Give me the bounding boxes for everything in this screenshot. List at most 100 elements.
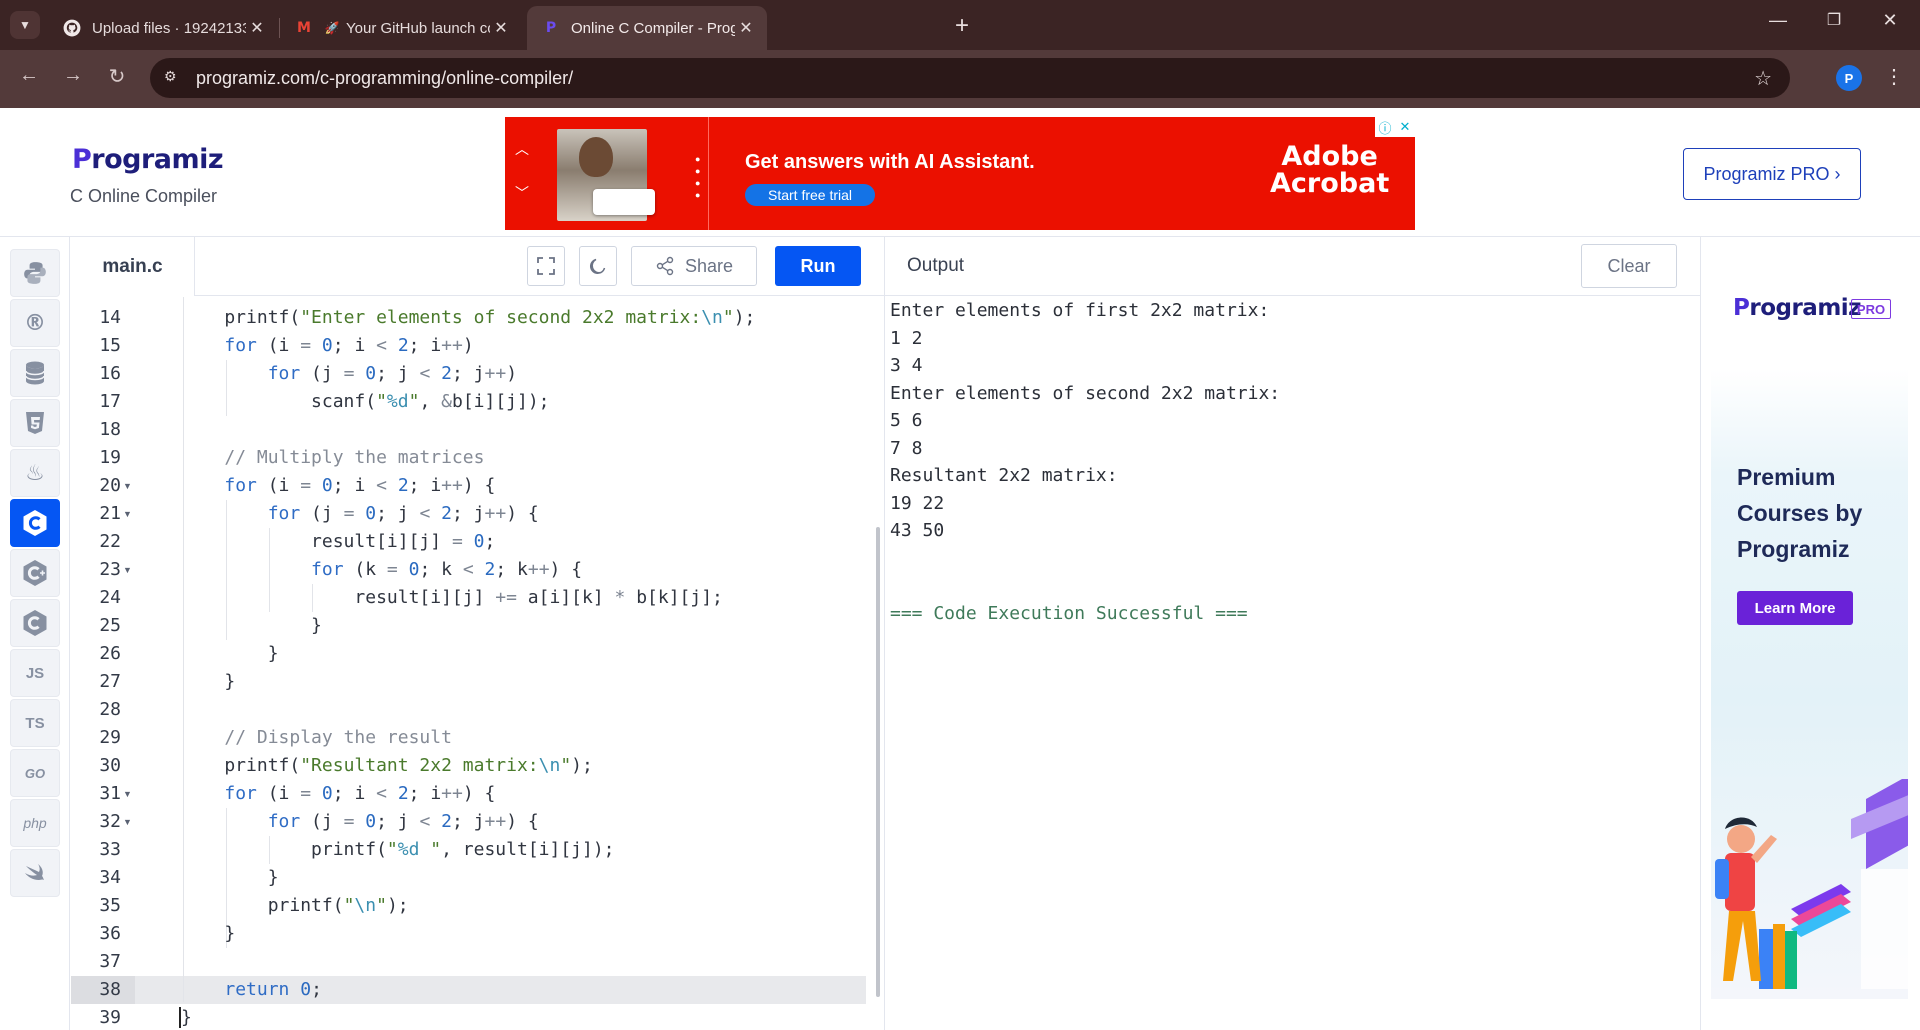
ad-dots: ● ● ● ● (695, 154, 701, 200)
ad-headline: Get answers with AI Assistant. (745, 151, 1035, 173)
code-line: for (i = 0; i < 2; i++) { (224, 783, 496, 804)
java-icon[interactable]: ♨ (10, 449, 60, 497)
run-button[interactable]: Run (775, 246, 861, 286)
file-tab-main[interactable]: main.c (71, 237, 195, 296)
site-settings-icon[interactable]: ⚙ (164, 68, 177, 85)
back-icon[interactable]: ← (14, 64, 44, 87)
ad-choices-badge[interactable]: ⓘ ✕ (1375, 117, 1415, 137)
code-line: } (181, 615, 322, 636)
fold-arrow-icon[interactable]: ▼ (123, 780, 132, 808)
sql-icon[interactable] (10, 349, 60, 397)
close-icon[interactable]: ✕ (246, 18, 268, 38)
learn-more-button[interactable]: Learn More (1737, 591, 1853, 625)
typescript-icon[interactable]: TS (10, 699, 60, 747)
info-icon[interactable]: ⓘ (1375, 117, 1395, 137)
bookmark-star-icon[interactable]: ☆ (1754, 66, 1772, 91)
url-field[interactable]: ⚙ programiz.com/c-programming/online-com… (150, 58, 1790, 98)
fullscreen-icon[interactable] (527, 246, 565, 286)
chevron-up-icon[interactable]: ︿ (515, 139, 529, 159)
php-icon[interactable]: php (10, 799, 60, 847)
line-number: 31 (99, 783, 121, 804)
output-console[interactable]: Enter elements of first 2x2 matrix: 1 2 … (885, 297, 1700, 1030)
ad-photo (557, 129, 655, 221)
output-toolbar: Output Clear (885, 237, 1700, 296)
url-text: programiz.com/c-programming/online-compi… (196, 68, 574, 88)
output-title: Output (907, 255, 965, 276)
clear-button[interactable]: Clear (1581, 244, 1677, 288)
code-line: printf("Resultant 2x2 matrix:\n"); (181, 755, 593, 776)
r-icon[interactable]: ® (10, 299, 60, 347)
window-close-icon[interactable]: ✕ (1870, 10, 1910, 31)
tab-title: Online C Compiler - Programiz (571, 19, 735, 37)
code-editor[interactable]: 14 15 16 17 18 19 20 21 22 23 24 25 26 2… (71, 297, 884, 1030)
ad-cta-button[interactable]: Start free trial (745, 184, 875, 206)
close-icon[interactable]: ✕ (1395, 117, 1415, 137)
editor-toolbar: main.c Share Run (71, 237, 884, 296)
tab-search-button[interactable]: ▼ (10, 11, 40, 39)
line-number: 39 (99, 1007, 121, 1028)
code-line: printf("%d ", result[i][j]); (181, 839, 615, 860)
share-button[interactable]: Share (631, 246, 757, 286)
side-ad[interactable]: Programiz PRO Premium Courses by Program… (1711, 249, 1908, 999)
tab-title: Upload files · 192421333/data-s (92, 19, 246, 37)
fold-arrow-icon[interactable]: ▼ (123, 500, 132, 528)
fold-arrow-icon[interactable]: ▼ (123, 472, 132, 500)
code-line: } (181, 923, 236, 944)
code-line: for (k = 0; k < 2; k++) { (311, 559, 583, 580)
code-line: } (181, 867, 279, 888)
reload-icon[interactable]: ↻ (102, 64, 132, 89)
code-line: for (j = 0; j < 2; j++) { (267, 503, 539, 524)
swift-icon[interactable] (10, 849, 60, 897)
dark-mode-icon[interactable] (579, 246, 617, 286)
code-line: for (j = 0; j < 2; j++) { (267, 811, 539, 832)
browser-menu-icon[interactable]: ⋮ (1884, 64, 1904, 89)
restore-icon[interactable]: ❐ (1814, 10, 1854, 30)
new-tab-button[interactable]: + (948, 12, 976, 40)
profile-avatar[interactable]: P (1836, 65, 1862, 91)
tab-gmail[interactable]: M 🚀 Your GitHub launch code - ✕ (280, 6, 522, 50)
programiz-logo[interactable]: Programiz (72, 144, 224, 175)
html5-icon[interactable] (10, 399, 60, 447)
python-icon[interactable] (10, 249, 60, 297)
code-line: } (179, 1007, 192, 1028)
output-line: Resultant 2x2 matrix: (890, 465, 1118, 486)
line-number: 24 (99, 587, 121, 608)
chevron-down-icon[interactable]: ﹀ (515, 183, 529, 203)
go-icon[interactable]: GO (10, 749, 60, 797)
minimize-icon[interactable]: — (1758, 10, 1798, 31)
ad-carousel-arrows[interactable]: ︿ ﹀ (505, 117, 539, 230)
tab-github-upload[interactable]: Upload files · 192421333/data-s ✕ (48, 6, 278, 50)
c-icon[interactable] (10, 499, 60, 547)
javascript-icon[interactable]: JS (10, 649, 60, 697)
close-icon[interactable]: ✕ (490, 18, 512, 38)
close-icon[interactable]: ✕ (735, 18, 757, 38)
line-number: 28 (99, 699, 121, 720)
fold-arrow-icon[interactable]: ▼ (123, 808, 132, 836)
programiz-pro-button[interactable]: Programiz PRO › (1683, 148, 1861, 200)
code-line: result[i][j] = 0; (181, 531, 496, 552)
output-line: 1 2 (890, 328, 923, 349)
cpp-icon[interactable] (10, 549, 60, 597)
ad-column-divider (1700, 237, 1701, 1030)
line-number: 21 (99, 503, 121, 524)
line-number: 22 (99, 531, 121, 552)
side-ad-headline: Premium Courses by Programiz (1737, 464, 1863, 562)
programiz-pro-logo: Programiz (1733, 295, 1862, 321)
code-line: // Display the result (224, 727, 452, 748)
editor-scrollbar[interactable] (873, 297, 883, 1030)
code-line: } (181, 671, 236, 692)
line-number: 23 (99, 559, 121, 580)
line-number: 27 (99, 671, 121, 692)
scrollbar-thumb[interactable] (876, 527, 880, 997)
tab-programiz[interactable]: P Online C Compiler - Programiz ✕ (527, 6, 767, 50)
code-line: // Multiply the matrices (224, 447, 485, 468)
code-line: scanf("%d", &b[i][j]); (181, 391, 550, 412)
line-number: 32 (99, 811, 121, 832)
forward-icon[interactable]: → (58, 64, 88, 87)
output-line: Enter elements of second 2x2 matrix: (890, 383, 1281, 404)
programiz-icon: P (545, 20, 557, 36)
fold-arrow-icon[interactable]: ▼ (123, 556, 132, 584)
csharp-icon[interactable] (10, 599, 60, 647)
execution-status: === Code Execution Successful === (890, 603, 1248, 624)
banner-ad[interactable]: ︿ ﹀ ● ● ● ● Get answers with AI Assistant. … (505, 117, 1415, 230)
